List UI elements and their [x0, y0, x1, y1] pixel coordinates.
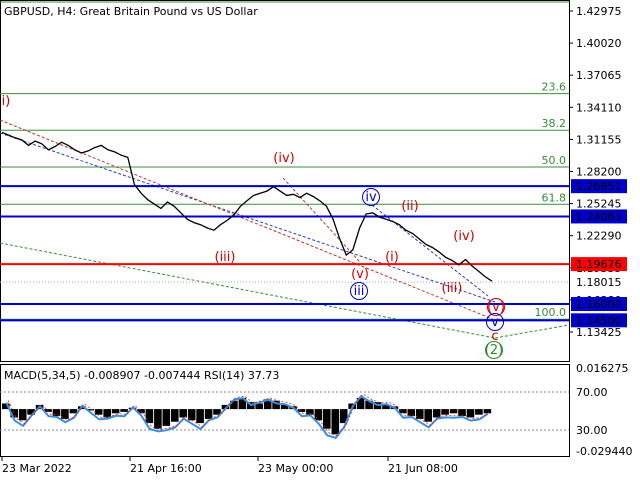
fib-label-0: 0.0 — [549, 0, 567, 2]
wave-label-8: iii — [354, 284, 365, 299]
macd-bar-17 — [145, 409, 154, 424]
macd-bar-56 — [475, 409, 483, 415]
macd-bar-24 — [204, 409, 213, 419]
time-tick-label-1: 21 Apr 16:00 — [130, 462, 202, 475]
wave-label-13: (2) — [485, 343, 503, 358]
fib-label-3: 50.0 — [542, 154, 567, 167]
indicator-label: MACD(5,34,5) -0.008907 -0.007444 RSI(14)… — [4, 369, 279, 382]
macd-bar-35 — [297, 409, 306, 412]
macd-bar-23 — [196, 409, 204, 424]
macd-bar-13 — [111, 409, 120, 414]
wave-label-2: (iii) — [215, 250, 236, 265]
wave-label-10: (v) — [487, 300, 505, 315]
macd-bar-8 — [69, 409, 78, 414]
chart-window: 0.0 23.6 38.2 50.0 61.8 100.0 i) (iv) (iii) iv (i… — [0, 0, 640, 480]
price-tick-label-2: 1.37065 — [576, 69, 622, 82]
macd-bar-55 — [466, 409, 475, 418]
chart-canvas: 0.0 23.6 38.2 50.0 61.8 100.0 i) (iv) (iii) iv (i… — [0, 0, 632, 475]
wave-label-1: (iv) — [273, 151, 294, 166]
time-tick-label-0: 23 Mar 2022 — [2, 462, 72, 475]
fib-label-5: 100.0 — [535, 306, 567, 319]
time-tick-label-2: 23 May 00:00 — [258, 462, 333, 475]
price-tick-label-5: 1.28200 — [576, 166, 622, 179]
macd-bar-39 — [331, 409, 340, 435]
level-tag-2: 1.19676 — [576, 258, 622, 271]
price-tick-label-7: 1.22290 — [576, 230, 622, 243]
macd-bar-14 — [120, 409, 128, 412]
indicator-tick-label-1: 70.00 — [576, 386, 608, 399]
price-tick-label-1: 1.40020 — [576, 37, 622, 50]
wave-label-6: (i) — [385, 250, 399, 265]
wave-label-11: v — [491, 315, 499, 330]
wave-label-0: i) — [2, 94, 11, 109]
macd-bar-37 — [314, 409, 323, 421]
time-axis: 23 Mar 2022 21 Apr 16:00 23 May 00:00 21 Ju… — [1, 457, 458, 475]
price-tick-label-10: 1.13425 — [576, 326, 622, 339]
macd-bar-52 — [441, 409, 449, 415]
level-tag-1: 1.24063 — [576, 210, 622, 223]
price-tick-label-0: 1.42975 — [576, 5, 622, 18]
chart-title: GBPUSD, H4: Great Britain Pound vs US Do… — [4, 5, 258, 18]
price-tick-label-3: 1.34110 — [576, 101, 622, 114]
level-tag-4: 1.14500 — [576, 314, 622, 327]
indicator-tick-label-2: 30.00 — [576, 424, 608, 437]
macd-bar-2 — [18, 409, 27, 421]
macd-bar-53 — [449, 409, 458, 414]
indicator-tick-label-0: 0.016275 — [576, 362, 629, 375]
fib-label-2: 38.2 — [542, 117, 567, 130]
current-price-tag: 1.18015 — [576, 276, 622, 289]
wave-label-3: iv — [365, 190, 377, 205]
main-pane-frame — [0, 0, 570, 362]
wave-label-9: (iii) — [442, 281, 463, 296]
macd-bar-57 — [483, 409, 492, 414]
macd-bar-11 — [94, 409, 103, 415]
wave-label-7: (iv) — [453, 229, 474, 244]
fib-label-4: 61.8 — [542, 191, 567, 204]
macd-bar-21 — [179, 409, 187, 418]
indicator-tick-label-3: -0.029440 — [576, 445, 632, 458]
price-tick-label-6: 1.25245 — [576, 198, 622, 211]
level-tag-0: 1.26851 — [576, 180, 622, 193]
level-tag-3: 1.16000 — [576, 298, 622, 311]
fib-label-1: 23.6 — [542, 81, 567, 94]
price-tick-label-4: 1.31155 — [576, 133, 622, 146]
time-tick-label-3: 21 Jun 08:00 — [388, 462, 458, 475]
wave-label-5: (v) — [351, 267, 369, 282]
price-axis: 1.42975 1.40020 1.37065 1.34110 1.31155 1.282… — [569, 5, 632, 458]
macd-bar-18 — [154, 409, 162, 429]
macd-bar-50 — [424, 409, 432, 422]
wave-label-4: (ii) — [401, 199, 418, 214]
macd-bar-20 — [171, 409, 179, 422]
macd-bar-19 — [162, 409, 171, 426]
